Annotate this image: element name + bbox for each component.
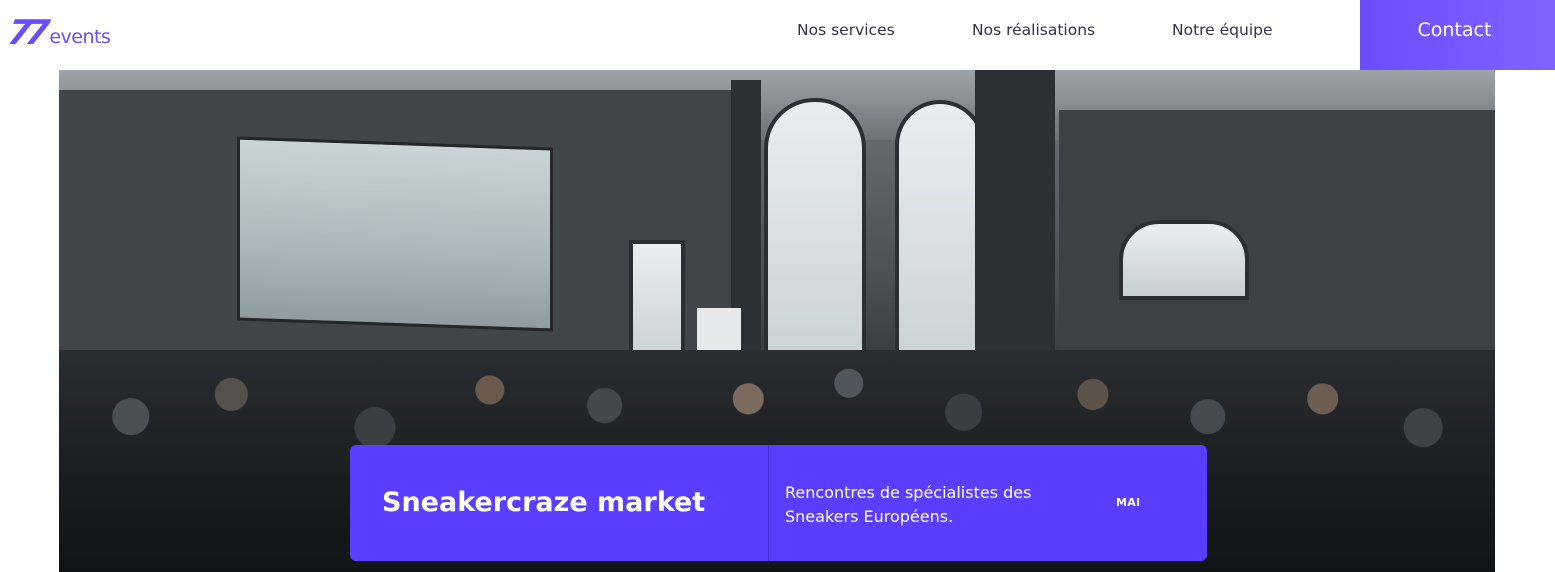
contact-button[interactable]: Contact [1360,0,1555,70]
nav-link-equipe[interactable]: Notre équipe [1172,21,1273,39]
card-divider [768,445,769,561]
hero-arched-window [764,98,866,388]
logo-wordmark: events [49,26,111,48]
nav-link-realisations[interactable]: Nos réalisations [972,21,1095,39]
hero-door-window [1119,220,1249,300]
event-description: Rencontres de spécialistes des Sneakers … [785,483,1032,526]
logo-mark: 77 [5,13,47,53]
event-title: Sneakercraze market [382,487,706,518]
site-header: 77 events Nos services Nos réalisations … [0,0,1555,70]
event-card[interactable]: Sneakercraze market Rencontres de spécia… [350,445,1207,561]
logo[interactable]: 77 events [5,10,111,53]
event-month: MAI [1116,496,1141,509]
hero-arched-window [895,100,985,390]
hero-projection-screen [237,136,553,332]
contact-button-label: Contact [1417,19,1492,41]
nav-link-services[interactable]: Nos services [797,21,895,39]
